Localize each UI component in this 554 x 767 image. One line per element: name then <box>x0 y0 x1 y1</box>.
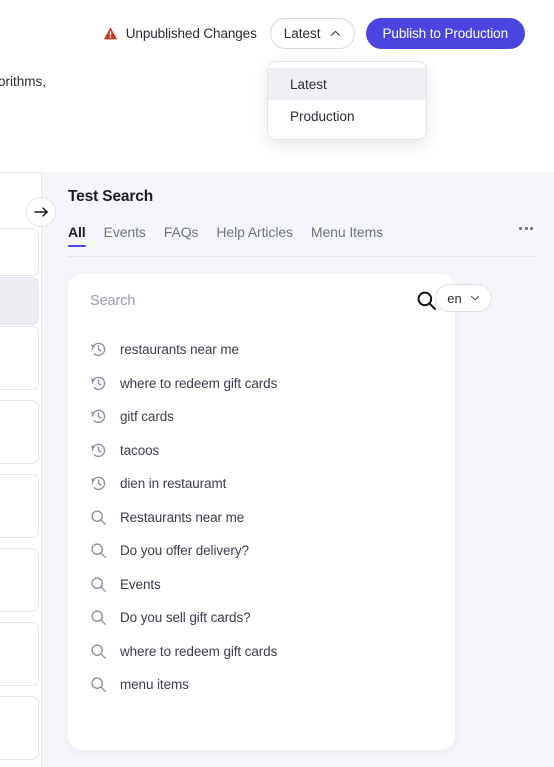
search-suggestion-item[interactable]: Restaurants near me <box>68 501 455 535</box>
tab-help-articles[interactable]: Help Articles <box>216 224 293 247</box>
history-icon <box>91 443 106 457</box>
more-horizontal-icon[interactable] <box>519 224 533 230</box>
tab-faqs[interactable]: FAQs <box>164 224 199 247</box>
search-suggestion-list: restaurants near me where to redeem gift … <box>68 327 455 702</box>
search-suggestion-item[interactable]: Events <box>68 568 455 602</box>
search-suggestion-item[interactable]: where to redeem gift cards <box>68 367 455 401</box>
search-icon <box>91 577 106 592</box>
environment-menu-item-label: Latest <box>290 76 327 92</box>
history-icon <box>91 376 106 390</box>
search-suggestion-label: Events <box>120 576 161 592</box>
search-suggestion-label: dien in restauramt <box>120 476 227 492</box>
horizontal-divider <box>0 172 41 173</box>
test-search-panel: Test Search All Events FAQs Help Article… <box>41 172 554 767</box>
search-suggestion-item[interactable]: restaurants near me <box>68 333 455 367</box>
search-suggestion-item[interactable]: where to redeem gift cards <box>68 635 455 669</box>
top-bar: Unpublished Changes Latest Publish to Pr… <box>0 0 554 66</box>
search-icon <box>91 677 106 693</box>
warning-triangle-icon <box>103 26 117 39</box>
expand-panel-button[interactable] <box>26 197 56 227</box>
search-icon <box>91 543 106 559</box>
tab-menu-items[interactable]: Menu Items <box>311 224 383 247</box>
list-item[interactable] <box>0 622 39 686</box>
environment-select-value: Latest <box>283 25 321 41</box>
search-input[interactable] <box>90 292 416 309</box>
history-icon <box>91 476 106 491</box>
list-item[interactable] <box>0 277 39 325</box>
list-item[interactable] <box>0 326 39 390</box>
chevron-up-icon <box>330 30 340 36</box>
search-suggestion-label: tacoos <box>120 442 160 458</box>
environment-menu-item-production[interactable]: Production <box>268 100 426 132</box>
list-item[interactable] <box>0 228 39 276</box>
language-select-value: en <box>447 290 462 306</box>
clipped-body-text: orithms, <box>0 74 47 89</box>
search-suggestion-label: restaurants near me <box>120 342 239 358</box>
language-select[interactable]: en <box>435 284 492 312</box>
search-suggestion-label: where to redeem gift cards <box>120 375 278 391</box>
tab-all[interactable]: All <box>68 224 86 247</box>
history-icon <box>91 409 106 424</box>
search-field-row <box>68 274 455 327</box>
environment-select[interactable]: Latest <box>269 17 355 49</box>
tab-bar: All Events FAQs Help Articles Menu Items <box>42 224 554 256</box>
search-icon <box>91 644 106 659</box>
unpublished-changes-label: Unpublished Changes <box>125 25 257 41</box>
search-suggestion-label: menu items <box>120 677 189 693</box>
search-suggestion-item[interactable]: dien in restauramt <box>68 467 455 501</box>
search-card: restaurants near me where to redeem gift … <box>68 274 455 750</box>
search-suggestion-item[interactable]: menu items <box>68 668 455 702</box>
search-submit-button[interactable] <box>416 290 437 311</box>
page-title: Test Search <box>68 188 154 205</box>
search-suggestion-item[interactable]: tacoos <box>68 434 455 468</box>
list-item[interactable] <box>0 696 39 760</box>
search-suggestion-label: gitf cards <box>120 409 174 425</box>
search-suggestion-label: Do you sell gift cards? <box>120 610 251 626</box>
list-item[interactable] <box>0 474 39 538</box>
environment-menu-item-label: Production <box>290 108 355 124</box>
arrow-right-icon <box>33 207 48 217</box>
unpublished-changes-indicator: Unpublished Changes <box>103 26 257 41</box>
search-suggestion-item[interactable]: gitf cards <box>68 400 455 434</box>
search-suggestion-label: Restaurants near me <box>120 509 245 525</box>
search-icon <box>417 291 437 311</box>
search-icon <box>91 610 106 626</box>
search-suggestion-item[interactable]: Do you offer delivery? <box>68 534 455 568</box>
chevron-down-icon <box>470 296 479 301</box>
tab-bar-underline <box>68 256 538 257</box>
environment-dropdown-menu: Latest Production <box>267 61 427 140</box>
search-icon <box>91 510 106 525</box>
search-suggestion-item[interactable]: Do you sell gift cards? <box>68 601 455 635</box>
list-item[interactable] <box>0 548 39 612</box>
list-item[interactable] <box>0 400 39 464</box>
publish-to-production-button[interactable]: Publish to Production <box>365 17 525 49</box>
environment-menu-item-latest[interactable]: Latest <box>268 68 426 100</box>
tab-events[interactable]: Events <box>104 224 146 247</box>
history-icon <box>91 342 106 357</box>
search-suggestion-label: Do you offer delivery? <box>120 543 249 559</box>
search-suggestion-label: where to redeem gift cards <box>120 643 278 659</box>
